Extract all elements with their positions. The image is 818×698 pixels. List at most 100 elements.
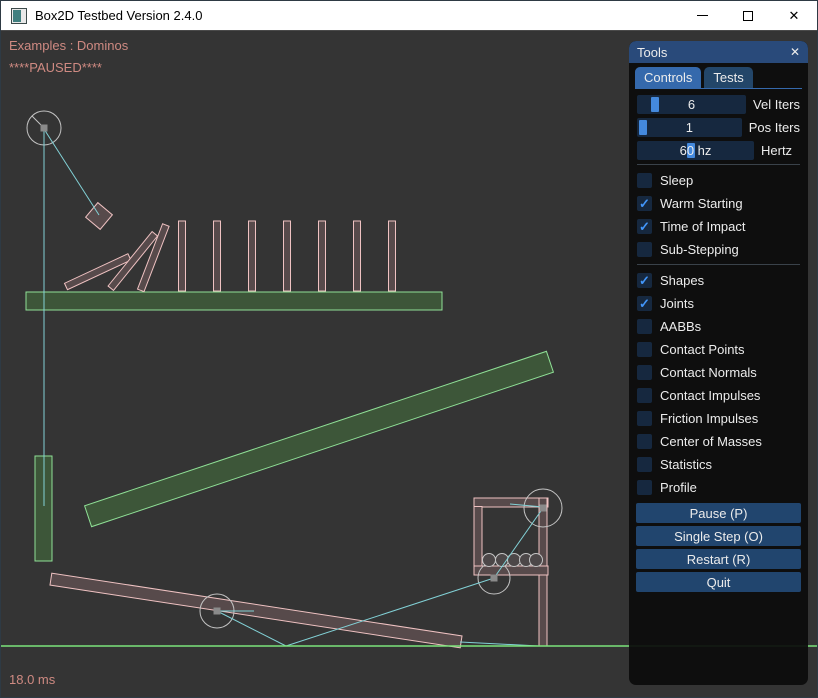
checkbox-label: Statistics — [660, 457, 712, 472]
slider-value: 1 — [637, 118, 742, 137]
checkbox-group-2: ✓ Shapes ✓ Joints AABBs Contact Points Contact… — [637, 269, 800, 499]
separator — [637, 264, 800, 265]
close-button[interactable]: ✕ — [771, 1, 817, 30]
checkbox-joints[interactable]: ✓ Joints — [637, 292, 800, 315]
joint-bob-link — [44, 129, 99, 215]
checkbox-box[interactable]: ✓ — [637, 219, 652, 234]
anchor-seesaw — [214, 608, 221, 615]
checkbox-warm-starting[interactable]: ✓ Warm Starting — [637, 192, 800, 215]
checkbox-time-of-impact[interactable]: ✓ Time of Impact — [637, 215, 800, 238]
app-window: Box2D Testbed Version 2.4.0 ✕ Examples :… — [0, 0, 818, 698]
slider-label: Pos Iters — [749, 120, 800, 135]
checkbox-label: Profile — [660, 480, 697, 495]
domino-5 — [319, 221, 326, 291]
minimize-icon — [697, 15, 708, 16]
checkbox-box[interactable] — [637, 365, 652, 380]
checkbox-contact-normals[interactable]: Contact Normals — [637, 361, 800, 384]
domino-platform — [26, 292, 442, 310]
checkbox-contact-impulses[interactable]: Contact Impulses — [637, 384, 800, 407]
checkbox-box[interactable] — [637, 173, 652, 188]
checkbox-label: Shapes — [660, 273, 704, 288]
checkbox-shapes[interactable]: ✓ Shapes — [637, 269, 800, 292]
checkbox-box[interactable] — [637, 242, 652, 257]
checkbox-box[interactable] — [637, 388, 652, 403]
minimize-button[interactable] — [679, 1, 725, 30]
checkbox-box[interactable] — [637, 411, 652, 426]
slider-group: 6 Vel Iters 1 Pos Iters 60 hz Hertz — [637, 95, 800, 160]
pendulum-bob — [86, 203, 113, 230]
checkbox-contact-points[interactable]: Contact Points — [637, 338, 800, 361]
checkbox-sub-stepping[interactable]: Sub-Stepping — [637, 238, 800, 261]
checkbox-box[interactable] — [637, 480, 652, 495]
checkbox-friction-impulses[interactable]: Friction Impulses — [637, 407, 800, 430]
close-icon: ✕ — [789, 9, 800, 22]
maximize-button[interactable] — [725, 1, 771, 30]
tools-panel: Tools ✕ ControlsTests 6 Vel Iters 1 Pos Ite… — [629, 41, 808, 685]
frame-shelf — [474, 566, 548, 575]
domino-6 — [354, 221, 361, 291]
checkbox-label: Warm Starting — [660, 196, 743, 211]
checkbox-statistics[interactable]: Statistics — [637, 453, 800, 476]
anchor-cradle-top — [540, 505, 547, 512]
checkbox-box[interactable] — [637, 457, 652, 472]
checkbox-label: Contact Impulses — [660, 388, 760, 403]
checkbox-label: Sleep — [660, 173, 693, 188]
checkbox-label: Time of Impact — [660, 219, 745, 234]
checkbox-box[interactable] — [637, 319, 652, 334]
checkbox-box[interactable]: ✓ — [637, 196, 652, 211]
checkbox-profile[interactable]: Profile — [637, 476, 800, 499]
checkbox-label: Sub-Stepping — [660, 242, 739, 257]
separator — [637, 164, 800, 165]
domino-7 — [389, 221, 396, 291]
button-single-step-o[interactable]: Single Step (O) — [636, 526, 801, 546]
checkbox-label: Contact Points — [660, 342, 745, 357]
slider-value: 6 — [637, 95, 746, 114]
frame-time-label: 18.0 ms — [9, 672, 55, 687]
anchor-pendulum — [41, 125, 48, 132]
button-group: Pause (P) Single Step (O) Restart (R) Quit — [636, 503, 801, 592]
checkbox-box[interactable] — [637, 342, 652, 357]
slider-row-vel-iters: 6 Vel Iters — [637, 95, 800, 114]
domino-3 — [249, 221, 256, 291]
slider-value: 60 hz — [637, 141, 754, 160]
slider-pos-iters[interactable]: 1 — [637, 118, 742, 137]
checkbox-box[interactable]: ✓ — [637, 273, 652, 288]
checkbox-label: Center of Masses — [660, 434, 762, 449]
domino-4 — [284, 221, 291, 291]
slider-row-pos-iters: 1 Pos Iters — [637, 118, 800, 137]
checkbox-box[interactable]: ✓ — [637, 296, 652, 311]
paused-label: ****PAUSED**** — [9, 60, 102, 75]
checkbox-sleep[interactable]: Sleep — [637, 169, 800, 192]
frame-left-post — [474, 507, 482, 572]
domino-2 — [214, 221, 221, 291]
tab-controls[interactable]: Controls — [635, 67, 701, 88]
button-pause-p[interactable]: Pause (P) — [636, 503, 801, 523]
tab-tests[interactable]: Tests — [704, 67, 752, 88]
ball-5 — [530, 554, 543, 567]
panel-close-icon[interactable]: ✕ — [790, 45, 800, 59]
slider-label: Hertz — [761, 143, 792, 158]
checkbox-label: Friction Impulses — [660, 411, 758, 426]
checkbox-group-1: Sleep ✓ Warm Starting ✓ Time of Impact Sub-St… — [637, 169, 800, 261]
checkbox-label: Joints — [660, 296, 694, 311]
button-quit[interactable]: Quit — [636, 572, 801, 592]
panel-titlebar[interactable]: Tools ✕ — [629, 41, 808, 63]
slider-label: Vel Iters — [753, 97, 800, 112]
slider-vel-iters[interactable]: 6 — [637, 95, 746, 114]
app-icon — [11, 8, 27, 24]
tab-bar: ControlsTests — [635, 67, 802, 89]
button-restart-r[interactable]: Restart (R) — [636, 549, 801, 569]
ball-1 — [483, 554, 496, 567]
maximize-icon — [743, 11, 753, 21]
window-controls: ✕ — [679, 1, 817, 30]
checkbox-center-of-masses[interactable]: Center of Masses — [637, 430, 800, 453]
panel-title: Tools — [637, 45, 667, 60]
checkbox-label: Contact Normals — [660, 365, 757, 380]
window-title: Box2D Testbed Version 2.4.0 — [35, 8, 202, 23]
physics-canvas[interactable]: Examples : Dominos ****PAUSED**** 18.0 m… — [1, 31, 818, 698]
anchor-cradle-lower — [491, 575, 498, 582]
checkbox-aabbs[interactable]: AABBs — [637, 315, 800, 338]
checkbox-box[interactable] — [637, 434, 652, 449]
slider-row-hertz: 60 hz Hertz — [637, 141, 800, 160]
slider-hertz[interactable]: 60 hz — [637, 141, 754, 160]
